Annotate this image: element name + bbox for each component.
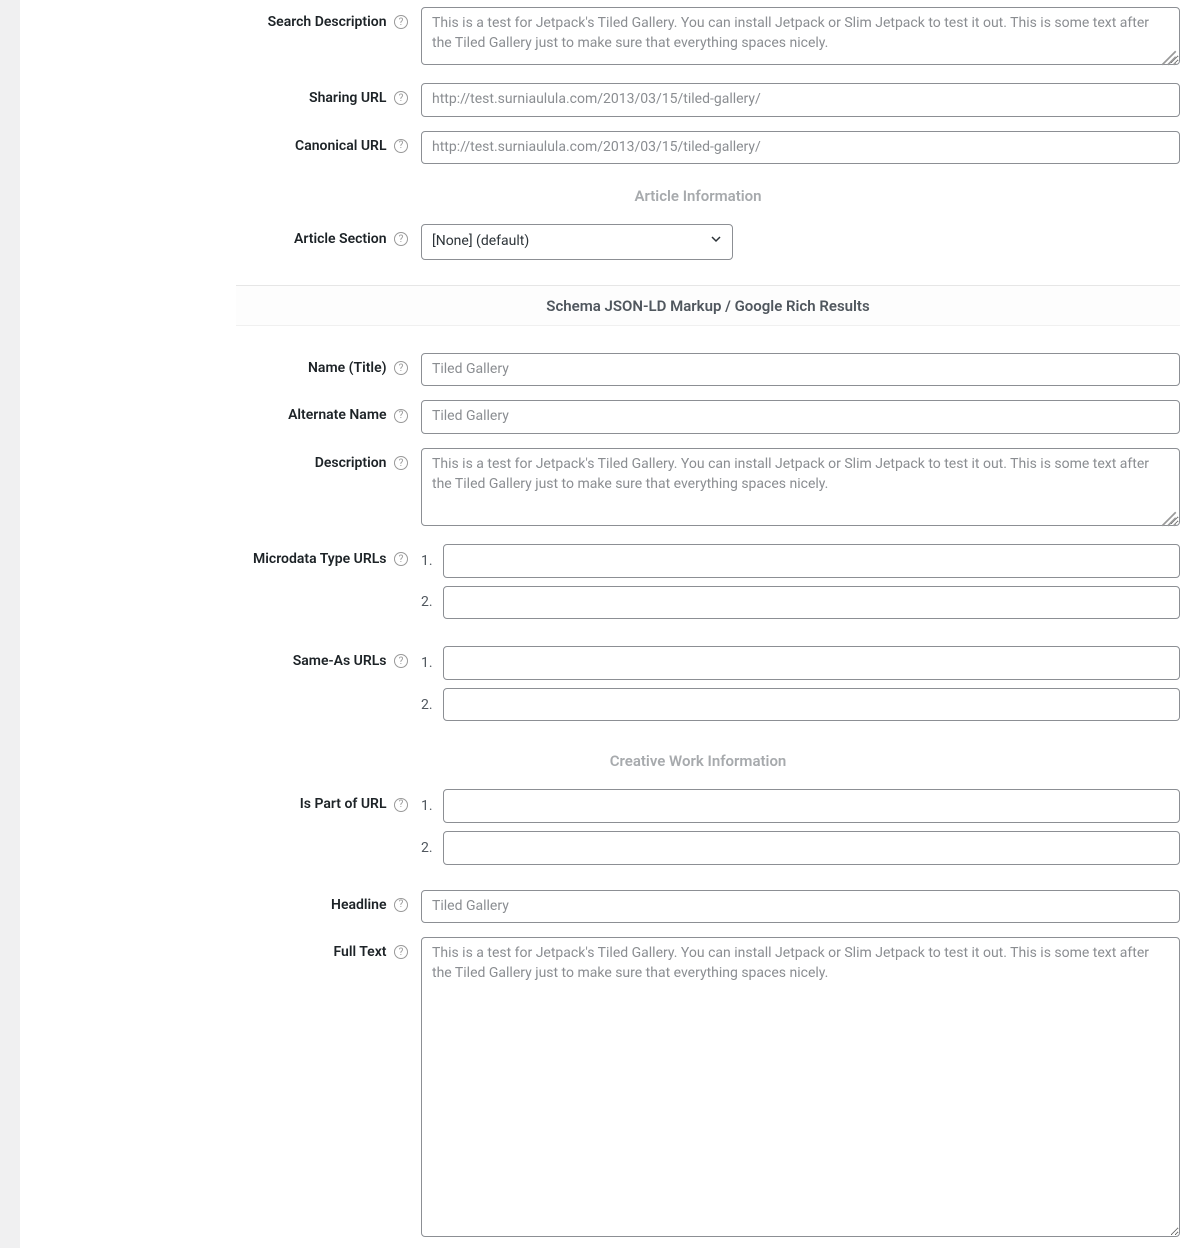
row-search-description: Search Description ? (216, 0, 1180, 76)
is-part-of-url-input-1[interactable] (443, 789, 1180, 823)
help-icon[interactable]: ? (394, 552, 408, 566)
help-icon[interactable]: ? (394, 232, 408, 246)
row-same-as-urls: Same-As URLs ? 1. 2. (216, 626, 1180, 728)
list-item: 2. (421, 688, 1180, 722)
description-textarea[interactable] (421, 448, 1180, 526)
label-search-description: Search Description ? (216, 7, 416, 30)
sharing-url-input[interactable] (421, 83, 1180, 117)
help-icon[interactable]: ? (394, 139, 408, 153)
list-item: 1. (421, 646, 1180, 680)
microdata-url-input-1[interactable] (443, 544, 1180, 578)
label-alternate-name: Alternate Name ? (216, 400, 416, 423)
label-same-as-urls: Same-As URLs ? (216, 646, 416, 669)
row-headline: Headline ? (216, 872, 1180, 931)
article-section-select[interactable]: [None] (default) (421, 224, 733, 260)
is-part-of-url-input-2[interactable] (443, 831, 1180, 865)
list-item: 2. (421, 831, 1180, 865)
row-is-part-of-url: Is Part of URL ? 1. 2. (216, 782, 1180, 871)
row-sharing-url: Sharing URL ? (216, 76, 1180, 124)
name-title-input[interactable] (421, 353, 1180, 387)
label-canonical-url: Canonical URL ? (216, 131, 416, 154)
help-icon[interactable]: ? (394, 409, 408, 423)
row-article-section: Article Section ? [None] (default) (216, 217, 1180, 267)
row-alternate-name: Alternate Name ? (216, 393, 1180, 441)
row-description: Description ? (216, 441, 1180, 537)
label-name-title: Name (Title) ? (216, 353, 416, 376)
label-is-part-of-url: Is Part of URL ? (216, 789, 416, 812)
row-full-text: Full Text ? (216, 930, 1180, 1248)
subheader-article-info: Article Information (216, 171, 1180, 217)
help-icon[interactable]: ? (394, 15, 408, 29)
headline-input[interactable] (421, 890, 1180, 924)
same-as-url-input-2[interactable] (443, 688, 1180, 722)
help-icon[interactable]: ? (394, 898, 408, 912)
help-icon[interactable]: ? (394, 91, 408, 105)
row-name-title: Name (Title) ? (216, 346, 1180, 394)
list-item: 2. (421, 586, 1180, 620)
help-icon[interactable]: ? (394, 361, 408, 375)
help-icon[interactable]: ? (394, 456, 408, 470)
help-icon[interactable]: ? (394, 654, 408, 668)
label-description: Description ? (216, 448, 416, 471)
main-panel: Search Description ? Sharing URL ? (216, 0, 1200, 1248)
row-canonical-url: Canonical URL ? (216, 124, 1180, 172)
label-article-section: Article Section ? (216, 224, 416, 247)
list-item: 1. (421, 544, 1180, 578)
help-icon[interactable]: ? (394, 945, 408, 959)
row-microdata-urls: Microdata Type URLs ? 1. 2. (216, 537, 1180, 626)
help-icon[interactable]: ? (394, 798, 408, 812)
alternate-name-input[interactable] (421, 400, 1180, 434)
chevron-down-icon (700, 232, 732, 252)
label-sharing-url: Sharing URL ? (216, 83, 416, 106)
page-left-gutter (0, 0, 20, 1248)
label-microdata-urls: Microdata Type URLs ? (216, 544, 416, 567)
same-as-url-input-1[interactable] (443, 646, 1180, 680)
sidebar-spacer (20, 0, 216, 1248)
subheader-creative-work: Creative Work Information (216, 728, 1180, 782)
full-text-textarea[interactable] (421, 937, 1180, 1237)
label-headline: Headline ? (216, 890, 416, 913)
microdata-url-input-2[interactable] (443, 586, 1180, 620)
label-full-text: Full Text ? (216, 937, 416, 960)
list-item: 1. (421, 789, 1180, 823)
header-schema: Schema JSON-LD Markup / Google Rich Resu… (236, 285, 1180, 326)
search-description-textarea[interactable] (421, 7, 1180, 65)
canonical-url-input[interactable] (421, 131, 1180, 165)
